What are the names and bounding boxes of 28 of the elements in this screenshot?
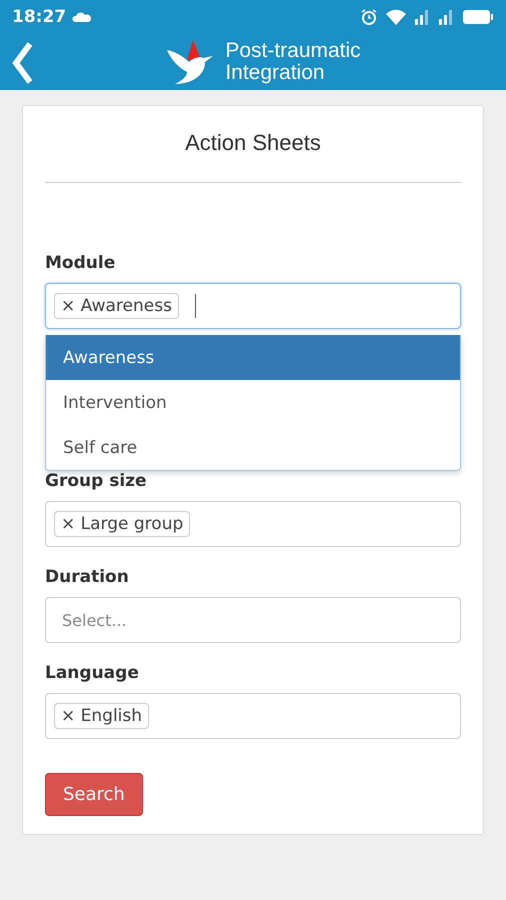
- field-label: Group size: [45, 471, 147, 491]
- app-title: Post-traumatic: [225, 40, 361, 62]
- field-label: Module: [45, 253, 116, 273]
- selected-tag[interactable]: × English: [54, 703, 150, 729]
- signal-icon: [414, 9, 430, 25]
- battery-icon: [462, 9, 494, 25]
- wifi-icon: [386, 9, 406, 25]
- field-label: Language: [45, 663, 139, 683]
- search-button[interactable]: Search: [45, 773, 143, 816]
- selected-tag[interactable]: × Large group: [54, 511, 190, 537]
- cloud-icon: [72, 12, 92, 22]
- dropdown-option[interactable]: Intervention: [46, 380, 460, 425]
- text-cursor: [194, 294, 196, 318]
- card-title: Action Sheets: [185, 130, 321, 155]
- placeholder: Select...: [61, 610, 127, 630]
- dropdown-option[interactable]: Self care: [46, 425, 460, 470]
- select-field[interactable]: × English: [45, 693, 461, 739]
- signal-icon: [438, 9, 454, 25]
- back-icon[interactable]: [10, 42, 34, 84]
- select-field[interactable]: Select...: [45, 597, 461, 643]
- select-field[interactable]: × Awareness: [45, 283, 461, 329]
- app-title: Integration: [225, 62, 326, 84]
- selected-tag[interactable]: × Awareness: [54, 293, 179, 319]
- status-time: 18:27: [12, 7, 66, 27]
- field-label: Duration: [45, 567, 129, 587]
- dropdown-option[interactable]: Awareness: [46, 335, 460, 380]
- select-field[interactable]: × Large group: [45, 501, 461, 547]
- alarm-icon: [360, 8, 378, 26]
